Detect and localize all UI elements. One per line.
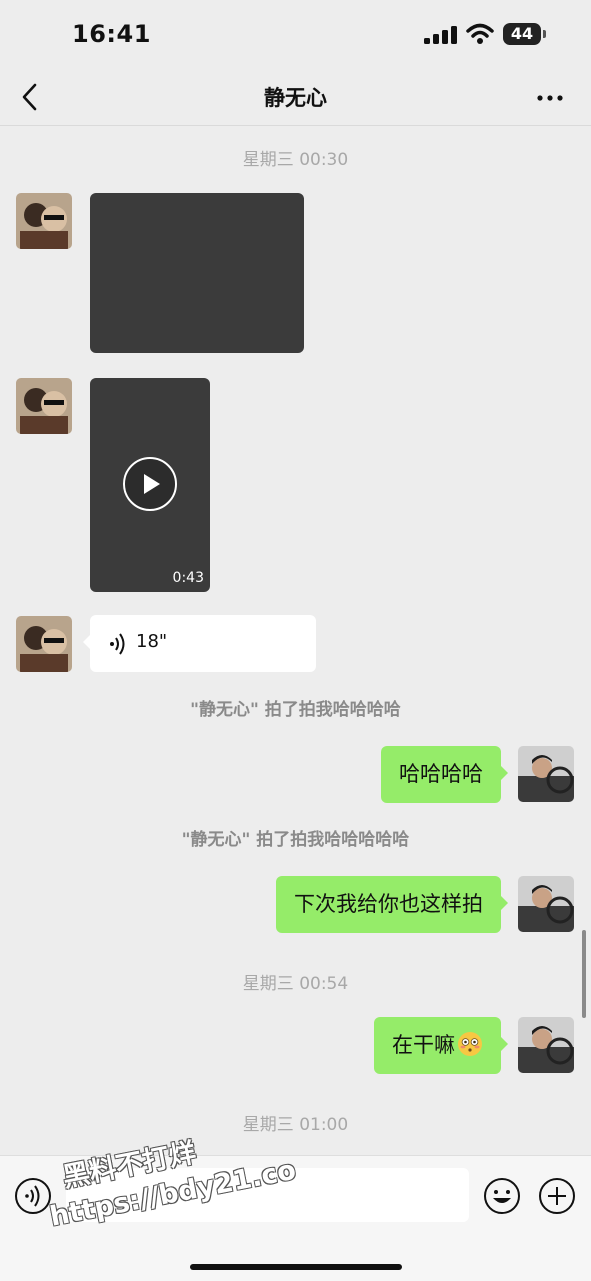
- chat-header: 静无心: [0, 70, 591, 126]
- voice-wave-icon: [110, 633, 125, 655]
- chat-title: 静无心: [264, 86, 327, 110]
- home-indicator: [190, 1264, 402, 1270]
- video-duration: 0:43: [172, 570, 204, 586]
- clock: 16:41: [72, 20, 151, 48]
- voice-input-icon[interactable]: [14, 1177, 52, 1215]
- flushed-face-emoji-icon: [458, 1032, 482, 1056]
- avatar-self[interactable]: [518, 746, 574, 802]
- scrollbar[interactable]: [582, 930, 586, 1018]
- status-bar: 16:41 44: [0, 0, 591, 70]
- avatar-contact[interactable]: [16, 193, 72, 249]
- message-input[interactable]: [66, 1168, 469, 1222]
- outgoing-message[interactable]: 下次我给你也这样拍: [276, 876, 508, 933]
- timestamp: 星期三 00:54: [242, 974, 349, 994]
- video-message[interactable]: 0:43: [90, 378, 210, 592]
- input-bar: 黑料不打烊 https://bdy21.co: [0, 1137, 591, 1281]
- emoji-picker-icon[interactable]: [483, 1177, 521, 1215]
- ellipsis-icon[interactable]: [530, 86, 570, 110]
- pat-notification: "静无心" 拍了拍我哈哈哈哈哈: [181, 830, 410, 850]
- message-text: 在干嘛: [392, 1033, 455, 1057]
- avatar-contact[interactable]: [16, 378, 72, 434]
- play-icon[interactable]: [122, 456, 178, 512]
- image-message[interactable]: [90, 193, 304, 353]
- message-text: 下次我给你也这样拍: [294, 892, 483, 916]
- avatar-contact[interactable]: [16, 616, 72, 672]
- timestamp: 星期三 01:00: [242, 1115, 349, 1135]
- voice-message[interactable]: 18": [83, 615, 316, 672]
- message-text: 哈哈哈哈: [399, 762, 483, 786]
- avatar-self[interactable]: [518, 876, 574, 932]
- outgoing-message[interactable]: 哈哈哈哈: [381, 746, 508, 803]
- add-icon[interactable]: [538, 1177, 576, 1215]
- timestamp: 星期三 00:30: [242, 150, 349, 170]
- battery-indicator: 44: [503, 23, 541, 45]
- outgoing-message[interactable]: 在干嘛: [374, 1017, 508, 1074]
- pat-notification: "静无心" 拍了拍我哈哈哈哈: [190, 700, 401, 720]
- wifi-icon: [466, 23, 494, 44]
- avatar-self[interactable]: [518, 1017, 574, 1073]
- battery-cap: [543, 30, 546, 38]
- cellular-signal-icon: [424, 26, 457, 44]
- voice-duration: 18": [136, 631, 168, 652]
